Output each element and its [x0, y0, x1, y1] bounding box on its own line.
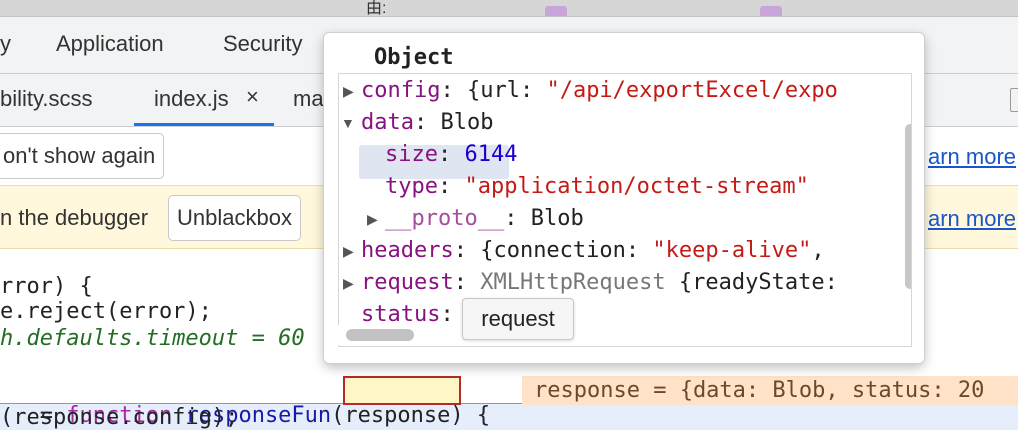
- code-line: (response.config);: [0, 405, 239, 430]
- tab-memory[interactable]: y: [0, 31, 11, 57]
- tree-row-status[interactable]: status:: [361, 302, 454, 327]
- horizontal-scrollbar[interactable]: [346, 329, 414, 341]
- tree-row-config[interactable]: config: {url: "/api/exportExcel/expo: [361, 78, 838, 103]
- tree-row-type[interactable]: type: "application/octet-stream": [385, 174, 809, 199]
- close-icon[interactable]: ×: [246, 84, 259, 110]
- vertical-scrollbar[interactable]: [905, 124, 911, 289]
- code-line: rror) {: [0, 274, 93, 299]
- file-tab-scss[interactable]: bility.scss: [0, 86, 93, 112]
- file-tab-index-js[interactable]: index.js: [154, 86, 229, 112]
- learn-more-link[interactable]: arn more: [928, 144, 1016, 170]
- marker-icon: [760, 6, 782, 16]
- expand-triangle-icon[interactable]: ▶: [343, 243, 354, 260]
- unblackbox-button[interactable]: Unblackbox: [168, 195, 301, 241]
- dont-show-again-button[interactable]: on't show again: [0, 133, 165, 179]
- top-strip-text: 由:: [366, 0, 387, 17]
- inline-value-text: response = {data: Blob, status: 20: [534, 378, 985, 403]
- tab-security[interactable]: Security: [223, 31, 302, 57]
- hover-tooltip: request: [462, 298, 574, 340]
- file-tab-ma[interactable]: ma: [293, 86, 324, 112]
- expand-triangle-icon[interactable]: ▶: [343, 275, 354, 292]
- blackbox-message: n the debugger: [0, 205, 149, 230]
- hovered-param[interactable]: response: [344, 403, 450, 428]
- window-top-strip: 由:: [0, 0, 1018, 17]
- tree-row-headers[interactable]: headers: {connection: "keep-alive",: [361, 238, 825, 263]
- code-line: h.defaults.timeout = 60: [0, 326, 305, 351]
- popover-pointer: [385, 362, 417, 376]
- active-tab-indicator: [134, 123, 274, 126]
- tree-row-request[interactable]: request: XMLHttpRequest {readyState:: [361, 270, 838, 295]
- tree-row-data[interactable]: data: Blob: [361, 110, 493, 135]
- tree-row-size[interactable]: size: 6144: [385, 142, 517, 167]
- object-preview-popover: Object ▶ config: {url: "/api/exportExcel…: [324, 33, 924, 363]
- learn-more-link[interactable]: arn more: [928, 206, 1016, 232]
- collapse-triangle-icon[interactable]: ▼: [341, 115, 355, 131]
- popover-title: Object: [374, 45, 454, 70]
- marker-icon: [545, 6, 567, 16]
- expand-triangle-icon[interactable]: ▶: [343, 83, 354, 100]
- tab-application[interactable]: Application: [56, 31, 164, 57]
- object-tree[interactable]: ▶ config: {url: "/api/exportExcel/expo ▼…: [338, 73, 912, 347]
- horizontal-scroll-track: [338, 325, 910, 345]
- tree-row-proto[interactable]: __proto__: Blob: [385, 206, 584, 231]
- code-line: e.reject(error);: [0, 299, 212, 324]
- expand-triangle-icon[interactable]: ▶: [367, 211, 378, 228]
- panel-toggle-icon[interactable]: [1010, 88, 1018, 112]
